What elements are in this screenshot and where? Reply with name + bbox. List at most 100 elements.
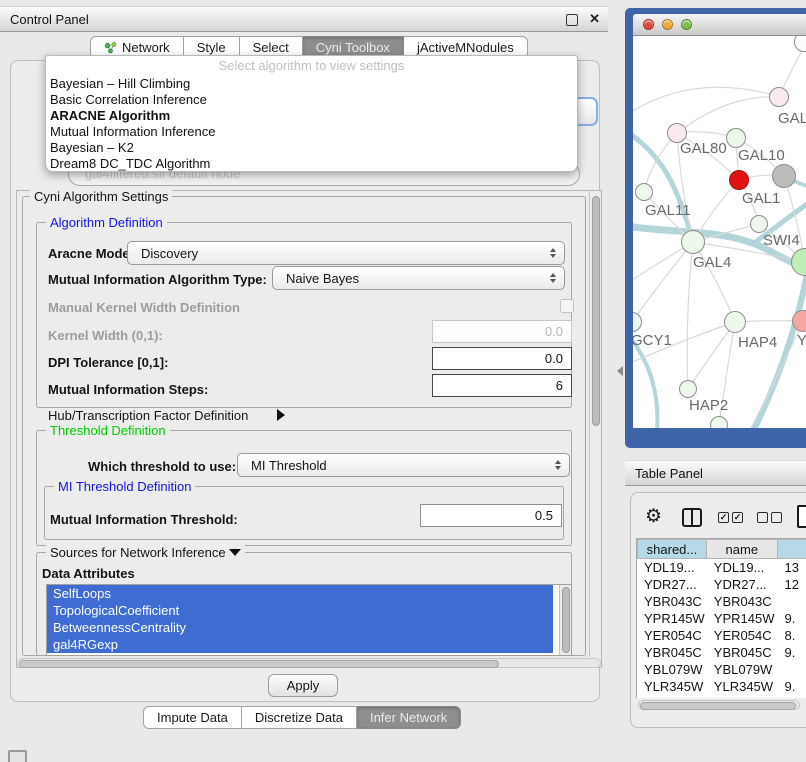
table-row[interactable]: YBL079WYBL079W — [637, 661, 806, 678]
panel-divider-handle[interactable] — [617, 366, 623, 376]
data-attributes-label: Data Attributes — [42, 566, 135, 581]
data-attribute-item[interactable]: SelfLoops — [47, 585, 553, 602]
settings-vertical-scrollbar[interactable] — [589, 191, 601, 657]
apply-button[interactable]: Apply — [268, 674, 338, 697]
table-row[interactable]: YBR043CYBR043C — [637, 593, 806, 610]
network-node[interactable] — [750, 215, 768, 233]
table-cell: YBR045C — [707, 644, 778, 661]
hub-definition-label: Hub/Transcription Factor Definition — [48, 408, 248, 423]
table-cell — [778, 661, 806, 678]
float-window-icon[interactable] — [566, 14, 578, 26]
node-table: shared...name YDL19...YDL19...13YDR27...… — [636, 538, 806, 698]
network-node[interactable] — [681, 230, 705, 254]
table-row[interactable]: YDR27...YDR27...12 — [637, 576, 806, 593]
aracne-mode-combo[interactable]: Discovery — [127, 241, 565, 265]
mi-algorithm-type-combo[interactable]: Naive Bayes — [272, 266, 565, 290]
table-panel-titlebar: Table Panel — [625, 460, 806, 486]
which-threshold-value: MI Threshold — [251, 458, 327, 473]
algorithm-option-bayesian-k2[interactable]: Bayesian – K2 — [46, 140, 577, 156]
algorithm-option-basic-correlation-inference[interactable]: Basic Correlation Inference — [46, 92, 577, 108]
table-row[interactable]: YIL052CYIL052C9. — [637, 695, 806, 698]
column-header-shared[interactable]: shared... — [637, 539, 707, 559]
which-threshold-combo[interactable]: MI Threshold — [237, 453, 570, 477]
mi-algorithm-type-label: Mutual Information Algorithm Type: — [48, 272, 267, 287]
manual-kernel-checkbox[interactable] — [560, 299, 574, 313]
mi-threshold-label: Mutual Information Threshold: — [50, 512, 238, 527]
table-horizontal-scrollbar[interactable] — [638, 700, 800, 710]
bottom-tabs: Impute Data Discretize DataInfer Network — [143, 706, 461, 729]
aracne-mode-label: Aracne Mode: — [48, 246, 134, 261]
table-cell: 8. — [778, 627, 806, 644]
tab-infer-network[interactable]: Infer Network — [357, 706, 461, 729]
table-row[interactable]: YER054CYER054C8. — [637, 627, 806, 644]
list-vertical-scrollbar[interactable] — [559, 585, 571, 656]
table-row[interactable]: YPR145WYPR145W9. — [637, 610, 806, 627]
collapse-arrow-icon[interactable] — [229, 549, 241, 556]
network-node[interactable] — [729, 170, 749, 190]
mi-steps-field[interactable]: 6 — [432, 374, 572, 397]
data-attributes-list[interactable]: SelfLoopsTopologicalCoefficientBetweenne… — [46, 584, 572, 656]
network-node[interactable] — [794, 36, 806, 52]
settings-horizontal-scrollbar[interactable] — [17, 658, 601, 668]
table-cell: 9. — [778, 610, 806, 627]
node-label: GCY1 — [633, 332, 672, 349]
zoom-window-icon[interactable] — [681, 19, 692, 30]
checked-column-icon[interactable]: ✓ — [718, 512, 729, 523]
tab-impute-data[interactable]: Impute Data — [143, 706, 242, 729]
network-node[interactable] — [710, 416, 728, 428]
table-cell: YBR045C — [637, 644, 707, 661]
table-cell: YIL052C — [707, 695, 778, 698]
network-node[interactable] — [724, 311, 746, 333]
algorithm-option-bayesian-hill-climbing[interactable]: Bayesian – Hill Climbing — [46, 76, 577, 92]
table-cell: YBR043C — [637, 593, 707, 610]
dock-panel-icon[interactable] — [8, 750, 27, 762]
network-node[interactable] — [772, 164, 796, 188]
checked-column-icon[interactable]: ✓ — [732, 512, 743, 523]
unchecked-column-icon[interactable] — [757, 512, 768, 523]
algorithm-option-aracne-algorithm[interactable]: ARACNE Algorithm — [46, 108, 577, 124]
close-panel-icon[interactable]: ✕ — [589, 11, 600, 27]
network-canvas[interactable]: GALGAL80GAL10GAL1GAL11SWI4GAL4GCY1HAP4YH… — [633, 36, 806, 428]
column-header-name[interactable]: name — [707, 539, 778, 559]
table-row[interactable]: YBR045CYBR045C9. — [637, 644, 806, 661]
close-window-icon[interactable] — [643, 19, 654, 30]
algorithm-definition-title: Algorithm Definition — [46, 215, 167, 230]
node-label: HAP2 — [689, 397, 728, 414]
network-node[interactable] — [635, 183, 653, 201]
unchecked-column-icon[interactable] — [771, 512, 782, 523]
tab-label: Cyni Toolbox — [316, 40, 390, 55]
manual-kernel-label: Manual Kernel Width Definition — [48, 300, 240, 315]
column-header-extra[interactable] — [778, 539, 806, 559]
window-traffic-lights — [643, 19, 692, 30]
data-attribute-item[interactable]: TopologicalCoefficient — [47, 602, 553, 619]
dpi-tolerance-field[interactable]: 0.0 — [432, 347, 572, 370]
algorithm-option-mutual-information-inference[interactable]: Mutual Information Inference — [46, 124, 577, 140]
table-cell: 12 — [778, 576, 806, 593]
algorithm-dropdown-popup: Select algorithm to view settings Bayesi… — [45, 55, 578, 172]
minimize-window-icon[interactable] — [662, 19, 673, 30]
document-icon[interactable] — [797, 505, 806, 528]
network-node[interactable] — [679, 380, 697, 398]
gear-icon[interactable]: ⚙ — [645, 505, 662, 528]
data-attribute-item[interactable]: BetweennessCentrality — [47, 619, 553, 636]
table-row[interactable]: YDL19...YDL19...13 — [637, 559, 806, 576]
table-cell: YBR043C — [707, 593, 778, 610]
split-columns-icon[interactable] — [682, 508, 702, 527]
network-node[interactable] — [633, 312, 642, 332]
kernel-width-field[interactable]: 0.0 — [432, 320, 572, 343]
stepper-arrows-icon — [550, 248, 556, 258]
tab-discretize-data[interactable]: Discretize Data — [242, 706, 357, 729]
network-node[interactable] — [791, 248, 806, 276]
data-attribute-item[interactable]: gal4RGexp — [47, 636, 553, 653]
network-node[interactable] — [769, 87, 789, 107]
table-cell: YPR145W — [637, 610, 707, 627]
mi-threshold-field[interactable]: 0.5 — [420, 504, 562, 527]
table-row[interactable]: YLR345WYLR345W9. — [637, 678, 806, 695]
tab-label: Impute Data — [157, 710, 228, 725]
network-node[interactable] — [726, 128, 746, 148]
network-window-titlebar[interactable] — [633, 14, 806, 36]
table-cell: YLR345W — [637, 678, 707, 695]
network-node[interactable] — [792, 310, 806, 332]
algorithm-option-dream8-dc-tdc-algorithm[interactable]: Dream8 DC_TDC Algorithm — [46, 156, 577, 172]
expand-arrow-icon[interactable] — [277, 408, 285, 423]
